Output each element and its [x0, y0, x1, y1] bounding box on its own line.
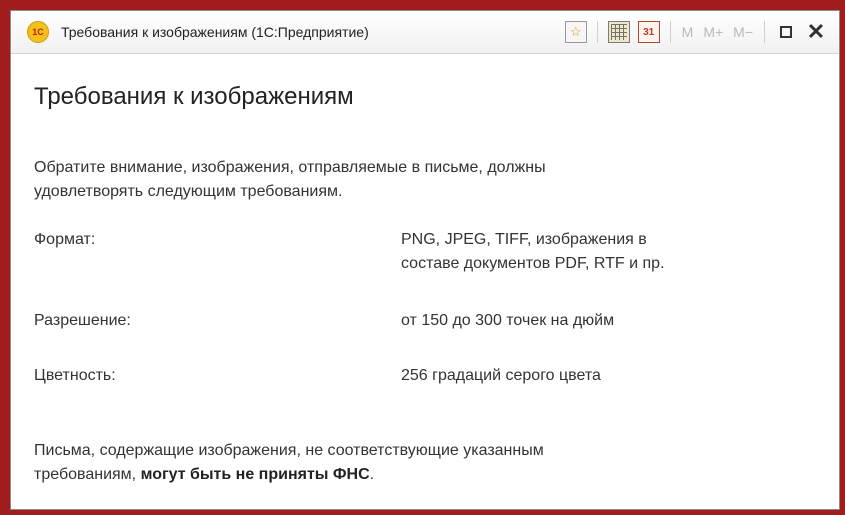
- title-bar: 1С Требования к изображениям (1С:Предпри…: [11, 11, 839, 54]
- footer-line-2-prefix: требованиям,: [34, 466, 141, 483]
- intro-line-1: Обратите внимание, изображения, отправля…: [34, 159, 546, 176]
- memory-button-m-plus[interactable]: M+: [703, 21, 723, 43]
- star-icon[interactable]: ☆: [564, 21, 587, 43]
- calculator-icon[interactable]: [607, 21, 630, 43]
- resolution-label: Разрешение:: [34, 312, 131, 329]
- intro-text: Обратите внимание, изображения, отправля…: [34, 156, 754, 204]
- intro-line-2: удовлетворять следующим требованиям.: [34, 183, 343, 200]
- page-title: Требования к изображениям: [34, 83, 354, 110]
- footer-line-1: Письма, содержащие изображения, не соотв…: [34, 442, 544, 459]
- format-value-line-1: PNG, JPEG, TIFF, изображения в: [401, 231, 647, 248]
- format-value: PNG, JPEG, TIFF, изображения в составе д…: [401, 228, 801, 276]
- format-label: Формат:: [34, 231, 96, 248]
- calendar-icon[interactable]: 31: [637, 21, 660, 43]
- footer-line-2-suffix: .: [369, 466, 375, 483]
- window-title: Требования к изображениям (1С:Предприяти…: [61, 24, 369, 40]
- format-value-line-2: составе документов PDF, RTF и пр.: [401, 255, 665, 272]
- footer-line-2: требованиям, могут быть не приняты ФНС.: [34, 463, 794, 487]
- color-depth-label: Цветность:: [34, 367, 116, 384]
- app-logo-icon[interactable]: 1С: [27, 21, 49, 43]
- color-depth-value: 256 градаций серого цвета: [401, 367, 601, 384]
- app-logo-glyph: 1С: [32, 26, 44, 37]
- toolbar-separator: [596, 21, 598, 43]
- close-icon: ✕: [806, 19, 826, 44]
- memory-button-m-minus[interactable]: M−: [733, 21, 753, 43]
- close-button[interactable]: ✕: [805, 19, 827, 44]
- maximize-icon: [780, 26, 792, 38]
- toolbar-separator: [764, 21, 765, 43]
- toolbar-separator: [669, 21, 671, 43]
- memory-button-m[interactable]: M: [682, 21, 694, 43]
- dialog-window: 1С Требования к изображениям (1С:Предпри…: [10, 10, 840, 510]
- maximize-button[interactable]: [775, 21, 797, 43]
- title-bar-buttons: ☆ 31 M M+ M− ✕: [561, 11, 831, 53]
- footer-text: Письма, содержащие изображения, не соотв…: [34, 439, 794, 487]
- footer-warning-bold: могут быть не приняты ФНС: [140, 466, 370, 483]
- resolution-value: от 150 до 300 точек на дюйм: [401, 312, 615, 329]
